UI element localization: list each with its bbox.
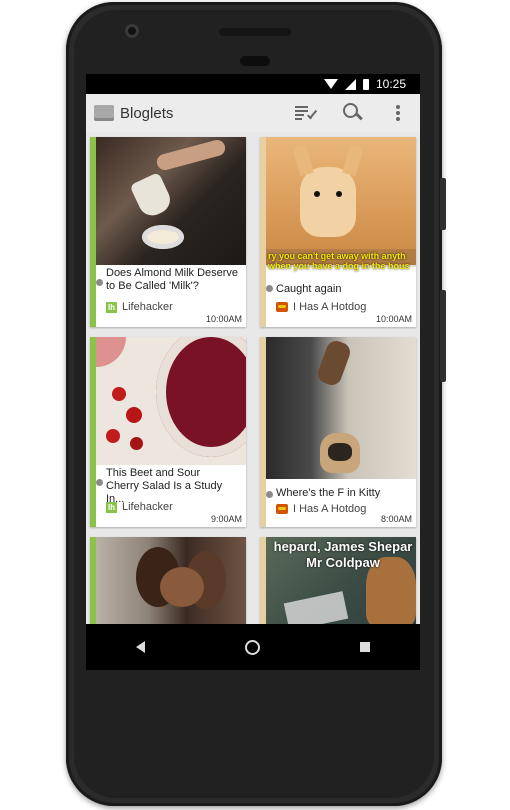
unread-dot	[96, 279, 103, 286]
folder-icon	[94, 105, 114, 121]
article-headline: Caught again	[276, 283, 342, 295]
volume-button	[440, 178, 446, 230]
article-card[interactable]: Where's the F in Kitty I Has A Hotdog 8:…	[260, 337, 416, 527]
article-card[interactable]: Does Almond Milk Deserve to Be Called 'M…	[90, 137, 246, 327]
recents-icon[interactable]	[360, 642, 370, 652]
article-card[interactable]: ry you can't get away with anyth when yo…	[260, 137, 416, 327]
source-label: I Has A Hotdog	[293, 503, 367, 515]
hotdog-icon	[276, 504, 288, 514]
power-button	[440, 290, 446, 382]
article-thumbnail	[96, 337, 246, 465]
front-camera	[125, 24, 139, 38]
article-source: lh Lifehacker	[106, 501, 173, 513]
article-thumbnail: hepard, James Shepar Mr Coldpaw	[266, 537, 416, 624]
status-bar: 10:25	[86, 74, 420, 94]
article-card[interactable]: hepard, James Shepar Mr Coldpaw	[260, 537, 416, 624]
home-icon[interactable]	[245, 639, 260, 655]
speaker-slot	[240, 56, 270, 66]
article-source: lh Lifehacker	[106, 301, 173, 313]
article-headline: Does Almond Milk Deserve to Be Called 'M…	[106, 267, 239, 292]
article-source: I Has A Hotdog	[276, 503, 366, 515]
source-label: Lifehacker	[122, 501, 173, 513]
article-thumbnail: ry you can't get away with anyth when yo…	[266, 137, 416, 271]
article-time: 9:00AM	[210, 514, 242, 524]
source-label: Lifehacker	[122, 301, 173, 313]
article-time: 10:00AM	[375, 314, 412, 324]
wifi-icon	[323, 79, 338, 89]
article-thumbnail	[266, 337, 416, 479]
battery-icon	[362, 78, 369, 90]
image-caption: hepard, James Shepar Mr Coldpaw	[273, 539, 413, 570]
back-icon[interactable]	[136, 641, 145, 653]
article-thumbnail	[96, 137, 246, 265]
status-time: 10:25	[375, 77, 406, 91]
more-vert-icon[interactable]	[386, 101, 410, 125]
article-source: I Has A Hotdog	[276, 301, 366, 313]
app-bar: Bloglets	[86, 94, 420, 133]
article-thumbnail	[96, 537, 246, 624]
source-label: I Has A Hotdog	[293, 301, 367, 313]
signal-icon	[344, 78, 356, 90]
article-grid: Does Almond Milk Deserve to Be Called 'M…	[86, 132, 420, 624]
lifehacker-icon: lh	[106, 301, 117, 313]
article-time: 10:00AM	[205, 314, 242, 324]
unread-dot	[266, 491, 273, 498]
system-nav-bar	[86, 624, 420, 670]
article-headline: Where's the F in Kitty	[276, 487, 381, 499]
device-screen: 10:25 Bloglets Does Almond Milk Deserve …	[86, 74, 420, 670]
article-time: 8:00AM	[380, 514, 412, 524]
hotdog-icon	[276, 302, 288, 312]
article-card[interactable]: This Beet and Sour Cherry Salad Is a Stu…	[90, 337, 246, 527]
article-card[interactable]	[90, 537, 246, 624]
lifehacker-icon: lh	[106, 501, 117, 513]
app-title: Bloglets	[120, 104, 174, 122]
earpiece-speaker	[219, 28, 291, 36]
search-icon[interactable]	[340, 101, 364, 125]
unread-dot	[96, 479, 103, 486]
image-caption: ry you can't get away with anyth when yo…	[268, 251, 410, 271]
unread-dot	[266, 285, 273, 292]
checklist-icon[interactable]	[294, 101, 318, 125]
